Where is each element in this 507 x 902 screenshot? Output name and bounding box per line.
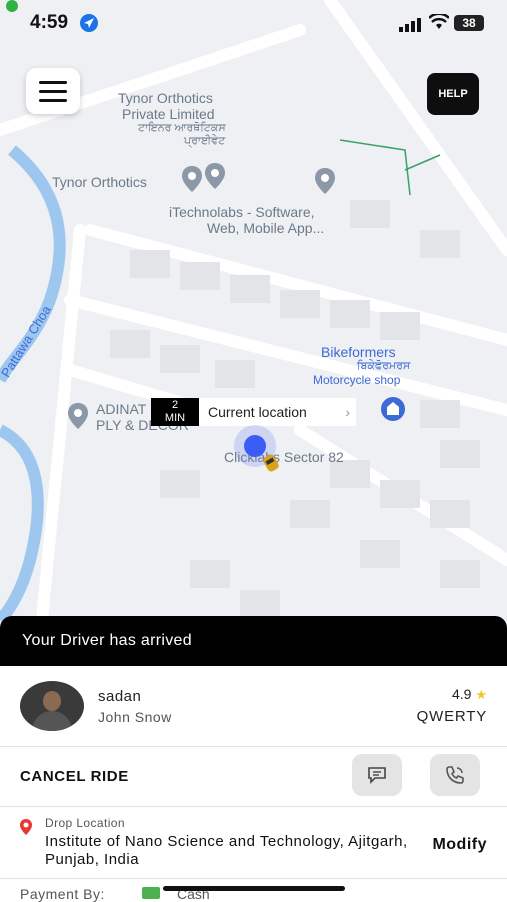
phone-icon bbox=[446, 766, 464, 784]
rating-value: 4.9 bbox=[451, 686, 472, 702]
battery-icon: 38 bbox=[454, 15, 484, 31]
driver-avatar bbox=[20, 681, 84, 731]
map-label-line: Motorcycle shop bbox=[313, 373, 401, 387]
driver-name: sadan bbox=[98, 688, 142, 705]
driver-rating: 4.9 ★ bbox=[452, 686, 487, 703]
map-label-tynor-private: Tynor Orthotics Private Limited ਟਾਇਨਰ ਆਰ… bbox=[118, 90, 226, 148]
map-label-line: Tynor Orthotics bbox=[118, 90, 213, 106]
modify-drop-button[interactable]: Modify bbox=[432, 836, 487, 854]
chevron-right-icon: › bbox=[345, 404, 350, 420]
hamburger-icon-bar bbox=[39, 80, 67, 84]
location-arrow-icon bbox=[80, 14, 98, 32]
map-label-line: ਟਾਇਨਰ ਆਰਥੋਟਿਕਸ bbox=[138, 122, 226, 134]
map-label-line: Bikeformers bbox=[321, 344, 396, 360]
hamburger-icon-bar bbox=[39, 89, 67, 93]
status-bar: 4:59 38 bbox=[0, 0, 507, 50]
map-pin-icon[interactable] bbox=[67, 402, 89, 433]
divider bbox=[0, 746, 507, 747]
eta-unit: MIN bbox=[164, 412, 186, 424]
shop-pin-icon[interactable] bbox=[380, 396, 406, 425]
home-indicator[interactable] bbox=[163, 886, 345, 891]
status-time: 4:59 bbox=[30, 12, 69, 33]
map-pin-icon[interactable] bbox=[181, 165, 203, 196]
current-location-chip[interactable]: Current location › bbox=[199, 398, 356, 426]
drop-location-address: Institute of Nano Science and Technology… bbox=[45, 833, 408, 868]
location-pin-icon bbox=[20, 819, 32, 835]
driver-arrived-banner: Your Driver has arrived bbox=[0, 616, 507, 666]
chat-button[interactable] bbox=[352, 754, 402, 796]
eta-badge: 2 MIN bbox=[151, 398, 199, 426]
cash-icon bbox=[142, 887, 160, 899]
map-label-line: ਬਿਕੇਫੋਰਮਰਸ bbox=[357, 360, 411, 372]
cancel-ride-button[interactable]: CANCEL RIDE bbox=[20, 768, 129, 785]
map-label-line: Web, Mobile App... bbox=[207, 220, 325, 236]
help-button[interactable]: HELP bbox=[427, 73, 479, 115]
map-label-line: ਪ੍ਰਾਈਵੇਟ bbox=[184, 135, 226, 147]
avatar-body bbox=[32, 711, 72, 731]
ride-details-sheet: sadan John Snow 4.9 ★ QWERTY CANCEL RIDE… bbox=[0, 666, 507, 902]
current-location-label: Current location bbox=[208, 404, 307, 420]
divider bbox=[0, 878, 507, 879]
avatar-face bbox=[43, 691, 61, 711]
wifi-icon bbox=[429, 14, 449, 29]
map-view[interactable]: Tynor Orthotics Private Limited ਟਾਇਨਰ ਆਰ… bbox=[0, 0, 507, 640]
map-label-line: Private Limited bbox=[122, 106, 215, 122]
hamburger-icon-bar bbox=[39, 98, 67, 102]
recording-indicator-icon bbox=[6, 0, 18, 12]
vehicle-plate: QWERTY bbox=[416, 708, 487, 725]
divider bbox=[0, 806, 507, 807]
car-icon bbox=[261, 453, 281, 478]
menu-button[interactable] bbox=[26, 68, 80, 114]
map-label-tynor: Tynor Orthotics bbox=[52, 174, 147, 190]
cell-signal-icon bbox=[399, 18, 421, 32]
drop-location-label: Drop Location bbox=[45, 816, 125, 830]
map-label-itechnolabs: iTechnolabs - Software, Web, Mobile App.… bbox=[169, 204, 324, 236]
chat-icon bbox=[368, 767, 386, 784]
eta-number: 2 bbox=[171, 399, 179, 411]
map-label-bikeformers: Bikeformers ਬਿਕੇਫੋਰਮਰਸ Motorcycle shop bbox=[313, 344, 410, 387]
map-label-clicklabs: Clicklabs Sector 82 bbox=[224, 449, 344, 465]
map-label-line: iTechnolabs - Software, bbox=[169, 204, 315, 220]
call-button[interactable] bbox=[430, 754, 480, 796]
driver-subtitle: John Snow bbox=[98, 709, 172, 725]
map-pin-icon[interactable] bbox=[314, 167, 336, 198]
map-pin-icon[interactable] bbox=[204, 162, 226, 193]
star-icon: ★ bbox=[475, 687, 487, 702]
